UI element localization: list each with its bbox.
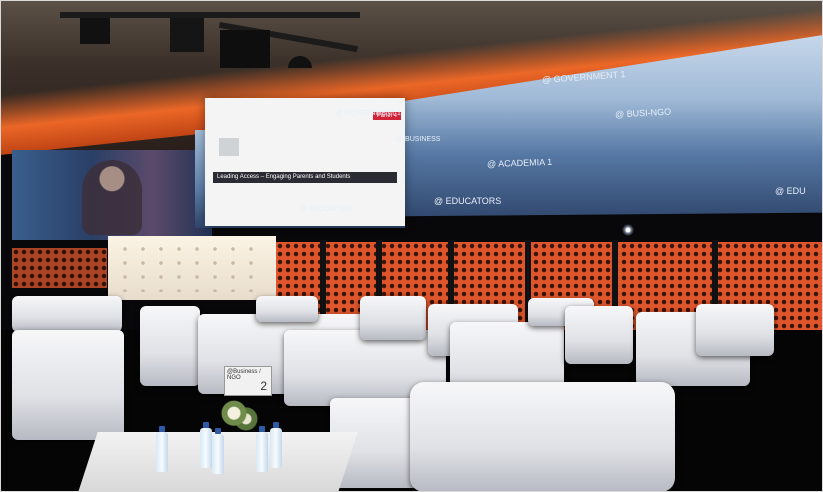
stage-logo-pattern: [116, 242, 266, 292]
table-card-number: 2: [260, 379, 267, 393]
caption-edu: @ EDU: [775, 186, 806, 196]
slide-body-text: [215, 186, 385, 204]
caption-business: @ BUSINESS: [396, 136, 441, 143]
sofa: [256, 296, 318, 322]
sofa-foreground: [410, 382, 675, 492]
table-name-card: @Business / NGO 2: [224, 366, 272, 396]
sofa: [565, 306, 633, 364]
speaker-figure: [82, 160, 142, 235]
sofa: [696, 304, 774, 356]
slide-image-placeholder: [219, 138, 239, 156]
sofa: [12, 296, 122, 332]
water-bottle: [200, 422, 212, 468]
water-bottle: [256, 426, 268, 472]
lighting-truss: [60, 12, 360, 68]
video-screen-speaker: [12, 150, 212, 240]
lattice-wall-left: [12, 248, 107, 288]
caption-educators-2: @ EDUCATORS: [300, 206, 353, 213]
sofa: [140, 306, 200, 386]
water-bottle: [270, 422, 282, 468]
sofa: [12, 330, 124, 440]
caption-educators-1: @ EDUCATORS: [434, 196, 502, 206]
slide-title: Leading Access – Engaging Parents and St…: [213, 172, 397, 183]
stage-backdrop: [108, 236, 276, 300]
spotlight: [622, 224, 634, 236]
water-bottle: [212, 428, 224, 474]
flower-centerpiece: [218, 398, 258, 436]
table-card-label: @Business / NGO: [227, 369, 261, 381]
sofa: [360, 296, 426, 340]
conference-hall-photo: Panel 4 Leading Access – Engaging Parent…: [0, 0, 823, 492]
caption-government-1: @ GOVERNMENT 1: [336, 110, 401, 117]
water-bottle: [156, 426, 168, 472]
